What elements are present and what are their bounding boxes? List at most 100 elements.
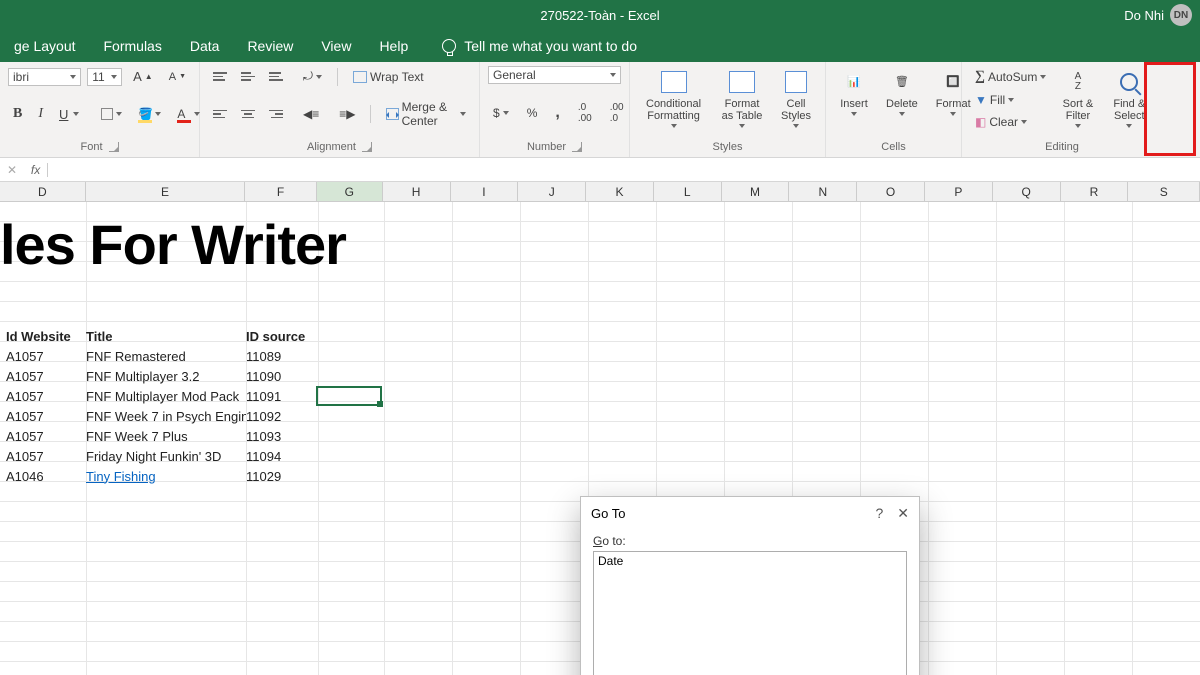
col-Q[interactable]: Q — [993, 182, 1061, 201]
help-icon[interactable]: ? — [875, 505, 883, 522]
group-alignment: ⤾ Wrap Text ◀≡ ≡▶ Merge & Center Alignme… — [200, 62, 480, 157]
col-R[interactable]: R — [1061, 182, 1129, 201]
cancel-icon[interactable]: ✕ — [0, 162, 24, 178]
sort-filter-button[interactable]: AZSort & Filter — [1055, 66, 1100, 130]
col-I[interactable]: I — [451, 182, 519, 201]
col-G[interactable]: G — [317, 182, 383, 201]
fx-icon[interactable]: fx — [24, 163, 48, 177]
group-cells-label: Cells — [881, 141, 905, 153]
table-row[interactable]: A1046Tiny Fishing11029 — [6, 466, 312, 486]
find-select-button[interactable]: Find & Select — [1105, 66, 1154, 130]
wrap-text-button[interactable]: Wrap Text — [348, 67, 429, 87]
col-K[interactable]: K — [586, 182, 654, 201]
col-L[interactable]: L — [654, 182, 722, 201]
accounting-format-icon[interactable]: $ — [488, 103, 514, 123]
fill-button[interactable]: ▼Fill — [970, 90, 1051, 110]
align-left-icon[interactable] — [208, 107, 232, 122]
format-as-table-button[interactable]: Format as Table — [715, 66, 769, 130]
align-bottom-icon[interactable] — [264, 69, 288, 84]
tab-help[interactable]: Help — [365, 32, 422, 60]
goto-dialog: Go To ? ✕ Go to: Date Reference: Special… — [580, 496, 920, 675]
column-headers[interactable]: DEFGHIJKLMNOPQRS — [0, 182, 1200, 202]
tell-me-label: Tell me what you want to do — [464, 38, 637, 54]
ribbon-tabs: ge Layout Formulas Data Review View Help… — [0, 30, 1200, 62]
borders-button[interactable] — [96, 105, 127, 123]
user-area[interactable]: Do Nhi DN — [1124, 4, 1192, 26]
table-row[interactable]: A1057FNF Week 7 Plus11093 — [6, 426, 312, 446]
col-P[interactable]: P — [925, 182, 993, 201]
table-row[interactable]: A1057FNF Week 7 in Psych Engine11092 — [6, 406, 312, 426]
tab-review[interactable]: Review — [233, 32, 307, 60]
align-middle-icon[interactable] — [236, 69, 260, 84]
font-name-select[interactable]: ibri — [8, 68, 81, 86]
alignment-dialog-launcher-icon[interactable] — [362, 142, 372, 152]
delete-button[interactable]: 🗑Delete — [880, 66, 924, 118]
align-top-icon[interactable] — [208, 69, 232, 84]
table-row[interactable]: A1057FNF Multiplayer Mod Pack11091 — [6, 386, 312, 406]
group-editing-label: Editing — [1045, 141, 1079, 153]
group-styles-label: Styles — [713, 141, 743, 153]
number-format-select[interactable]: General — [488, 66, 621, 84]
table-row[interactable]: A1057FNF Remastered11089 — [6, 346, 312, 366]
table-row[interactable]: A1057Friday Night Funkin' 3D11094 — [6, 446, 312, 466]
tell-me[interactable]: Tell me what you want to do — [442, 38, 637, 54]
tab-data[interactable]: Data — [176, 32, 234, 60]
number-dialog-launcher-icon[interactable] — [572, 142, 582, 152]
col-J[interactable]: J — [518, 182, 586, 201]
user-avatar[interactable]: DN — [1170, 4, 1192, 26]
group-cells: 📊Insert 🗑Delete 🔲Format Cells — [826, 62, 962, 157]
percent-format-icon[interactable]: % — [522, 103, 543, 123]
data-table: Id WebsiteTitleID sourceA1057FNF Remaste… — [6, 326, 312, 486]
worksheet[interactable]: les For Writer Id WebsiteTitleID sourceA… — [0, 202, 1200, 675]
col-O[interactable]: O — [857, 182, 925, 201]
increase-font-icon[interactable]: A▲ — [128, 66, 158, 87]
align-right-icon[interactable] — [264, 107, 288, 122]
decrease-decimal-icon[interactable]: .00.0 — [605, 99, 629, 127]
goto-listbox[interactable]: Date — [593, 551, 907, 675]
decrease-font-icon[interactable]: A▼ — [164, 68, 191, 86]
comma-format-icon[interactable]: , — [550, 101, 564, 125]
window-title: 270522-Toàn - Excel — [540, 8, 659, 23]
fill-color-button[interactable]: 🪣 — [133, 104, 166, 124]
cell-styles-button[interactable]: Cell Styles — [775, 66, 817, 130]
tab-formulas[interactable]: Formulas — [90, 32, 176, 60]
underline-button[interactable]: U — [54, 104, 84, 125]
formula-input[interactable] — [52, 161, 1200, 179]
autosum-button[interactable]: ∑AutoSum — [970, 66, 1051, 88]
table-row[interactable]: A1057FNF Multiplayer 3.211090 — [6, 366, 312, 386]
active-cell[interactable] — [316, 386, 382, 406]
font-size-select[interactable]: 11 — [87, 68, 122, 86]
orientation-icon[interactable]: ⤾ — [298, 66, 327, 87]
user-name: Do Nhi — [1124, 8, 1164, 23]
clear-button[interactable]: ◧Clear — [970, 112, 1051, 132]
align-center-icon[interactable] — [236, 107, 260, 122]
increase-indent-icon[interactable]: ≡▶ — [334, 104, 360, 124]
goto-label: Go to: — [593, 534, 907, 548]
group-styles: Conditional Formatting Format as Table C… — [630, 62, 826, 157]
col-S[interactable]: S — [1128, 182, 1200, 201]
insert-button[interactable]: 📊Insert — [834, 66, 874, 118]
col-E[interactable]: E — [86, 182, 245, 201]
col-H[interactable]: H — [383, 182, 451, 201]
group-editing: ∑AutoSum ▼Fill ◧Clear AZSort & Filter Fi… — [962, 62, 1162, 157]
formula-bar: ✕ fx — [0, 158, 1200, 182]
title-bar: 270522-Toàn - Excel Do Nhi DN — [0, 0, 1200, 30]
italic-button[interactable]: I — [33, 103, 48, 125]
tab-view[interactable]: View — [307, 32, 365, 60]
bold-button[interactable]: B — [8, 103, 27, 125]
conditional-formatting-button[interactable]: Conditional Formatting — [638, 66, 709, 130]
close-icon[interactable]: ✕ — [897, 505, 909, 522]
increase-decimal-icon[interactable]: .0.00 — [573, 99, 597, 127]
col-N[interactable]: N — [789, 182, 857, 201]
decrease-indent-icon[interactable]: ◀≡ — [298, 104, 324, 124]
col-F[interactable]: F — [245, 182, 317, 201]
col-M[interactable]: M — [722, 182, 790, 201]
group-font: ibri 11 A▲ A▼ B I U 🪣 A Font — [0, 62, 200, 157]
merge-center-button[interactable]: Merge & Center — [381, 97, 471, 131]
col-D[interactable]: D — [0, 182, 86, 201]
dialog-title: Go To — [591, 506, 625, 521]
bulb-icon — [442, 39, 456, 53]
tab-page-layout[interactable]: ge Layout — [0, 32, 90, 60]
goto-list-item[interactable]: Date — [598, 554, 902, 568]
font-dialog-launcher-icon[interactable] — [109, 142, 119, 152]
